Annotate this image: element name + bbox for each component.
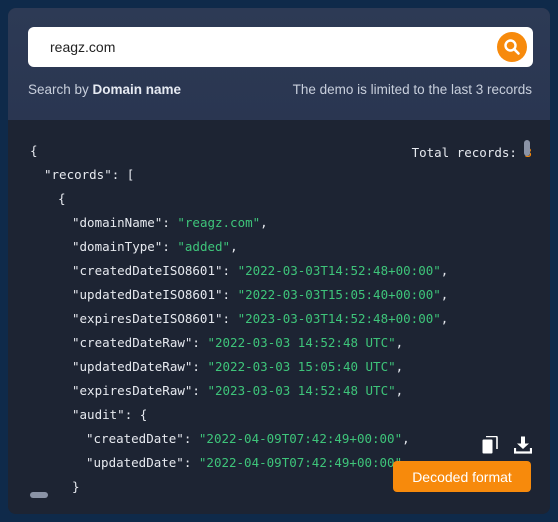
search-area: Search by Domain name The demo is limite… <box>8 8 550 120</box>
json-key: "updatedDate" <box>86 455 184 470</box>
total-records: Total records: 3 <box>412 145 532 160</box>
download-icon <box>514 436 532 454</box>
json-line: "updatedDateISO8601": "2022-03-03T15:05:… <box>72 287 449 302</box>
json-line: } <box>72 478 80 496</box>
json-line: "expiresDateISO8601": "2023-03-03T14:52:… <box>72 311 449 326</box>
json-key: "domainName" <box>72 215 163 230</box>
json-line: "domainName": "reagz.com", <box>72 215 268 230</box>
json-value: "2022-03-03T15:05:40+00:00" <box>237 287 441 302</box>
json-value: "2022-03-03T14:52:48+00:00" <box>237 263 441 278</box>
whois-demo-panel: Search by Domain name The demo is limite… <box>8 8 550 514</box>
json-line: "createdDateRaw": "2022-03-03 14:52:48 U… <box>72 335 404 350</box>
json-line: "updatedDate": "2022-04-09T07:42:49+00:0… <box>86 455 403 470</box>
total-records-label: Total records: <box>411 145 525 160</box>
decoded-format-button[interactable]: Decoded format <box>393 461 531 492</box>
json-value: "reagz.com" <box>177 215 261 230</box>
json-punct: : { <box>124 407 148 422</box>
json-line: "createdDate": "2022-04-09T07:42:49+00:0… <box>86 431 410 446</box>
json-key: "domainType" <box>72 239 163 254</box>
json-line: "records": [ <box>44 166 134 184</box>
json-value: "2022-03-03 14:52:48 UTC" <box>207 335 396 350</box>
json-brace: { <box>58 191 66 206</box>
search-input[interactable] <box>28 27 488 67</box>
copy-icon <box>482 436 498 454</box>
json-value: "2023-03-03T14:52:48+00:00" <box>237 311 441 326</box>
json-value: "2022-04-09T07:42:49+00:00" <box>198 431 403 446</box>
json-brace: { <box>30 143 38 158</box>
search-box <box>28 27 533 67</box>
json-key: "updatedDateRaw" <box>72 359 193 374</box>
json-key: "createdDateISO8601" <box>72 263 223 278</box>
json-line: { <box>58 190 66 208</box>
search-button[interactable] <box>497 32 527 62</box>
json-key: "expiresDateISO8601" <box>72 311 223 326</box>
horizontal-scrollbar[interactable] <box>30 492 48 498</box>
json-key: "audit" <box>72 407 125 422</box>
json-key: "updatedDateISO8601" <box>72 287 223 302</box>
json-key: "records" <box>44 167 112 182</box>
json-line: "expiresDateRaw": "2023-03-03 14:52:48 U… <box>72 383 404 398</box>
copy-button[interactable] <box>480 435 500 455</box>
demo-limit-notice: The demo is limited to the last 3 record… <box>292 82 532 97</box>
json-line: "audit": { <box>72 406 147 424</box>
json-key: "createdDateRaw" <box>72 335 193 350</box>
search-hint-prefix: Search by <box>28 82 93 97</box>
json-value: "added" <box>177 239 231 254</box>
json-key: "expiresDateRaw" <box>72 383 193 398</box>
search-icon <box>504 39 520 55</box>
json-value: "2022-03-03 15:05:40 UTC" <box>207 359 396 374</box>
json-line: "updatedDateRaw": "2022-03-03 15:05:40 U… <box>72 359 404 374</box>
vertical-scrollbar[interactable] <box>524 140 530 156</box>
json-line: { <box>30 142 38 160</box>
json-result-viewer[interactable]: Total records: 3 { "records": [ { "domai… <box>8 120 550 514</box>
json-value: "2023-03-03 14:52:48 UTC" <box>207 383 396 398</box>
json-punct: : [ <box>111 167 135 182</box>
json-line: "createdDateISO8601": "2022-03-03T14:52:… <box>72 263 449 278</box>
json-key: "createdDate" <box>86 431 184 446</box>
json-value: "2022-04-09T07:42:49+00:00" <box>198 455 403 470</box>
json-line: "domainType": "added", <box>72 239 238 254</box>
search-hint: Search by Domain name <box>28 82 181 97</box>
json-brace: } <box>72 479 80 494</box>
download-button[interactable] <box>513 435 533 455</box>
search-field-name: Domain name <box>92 82 182 97</box>
